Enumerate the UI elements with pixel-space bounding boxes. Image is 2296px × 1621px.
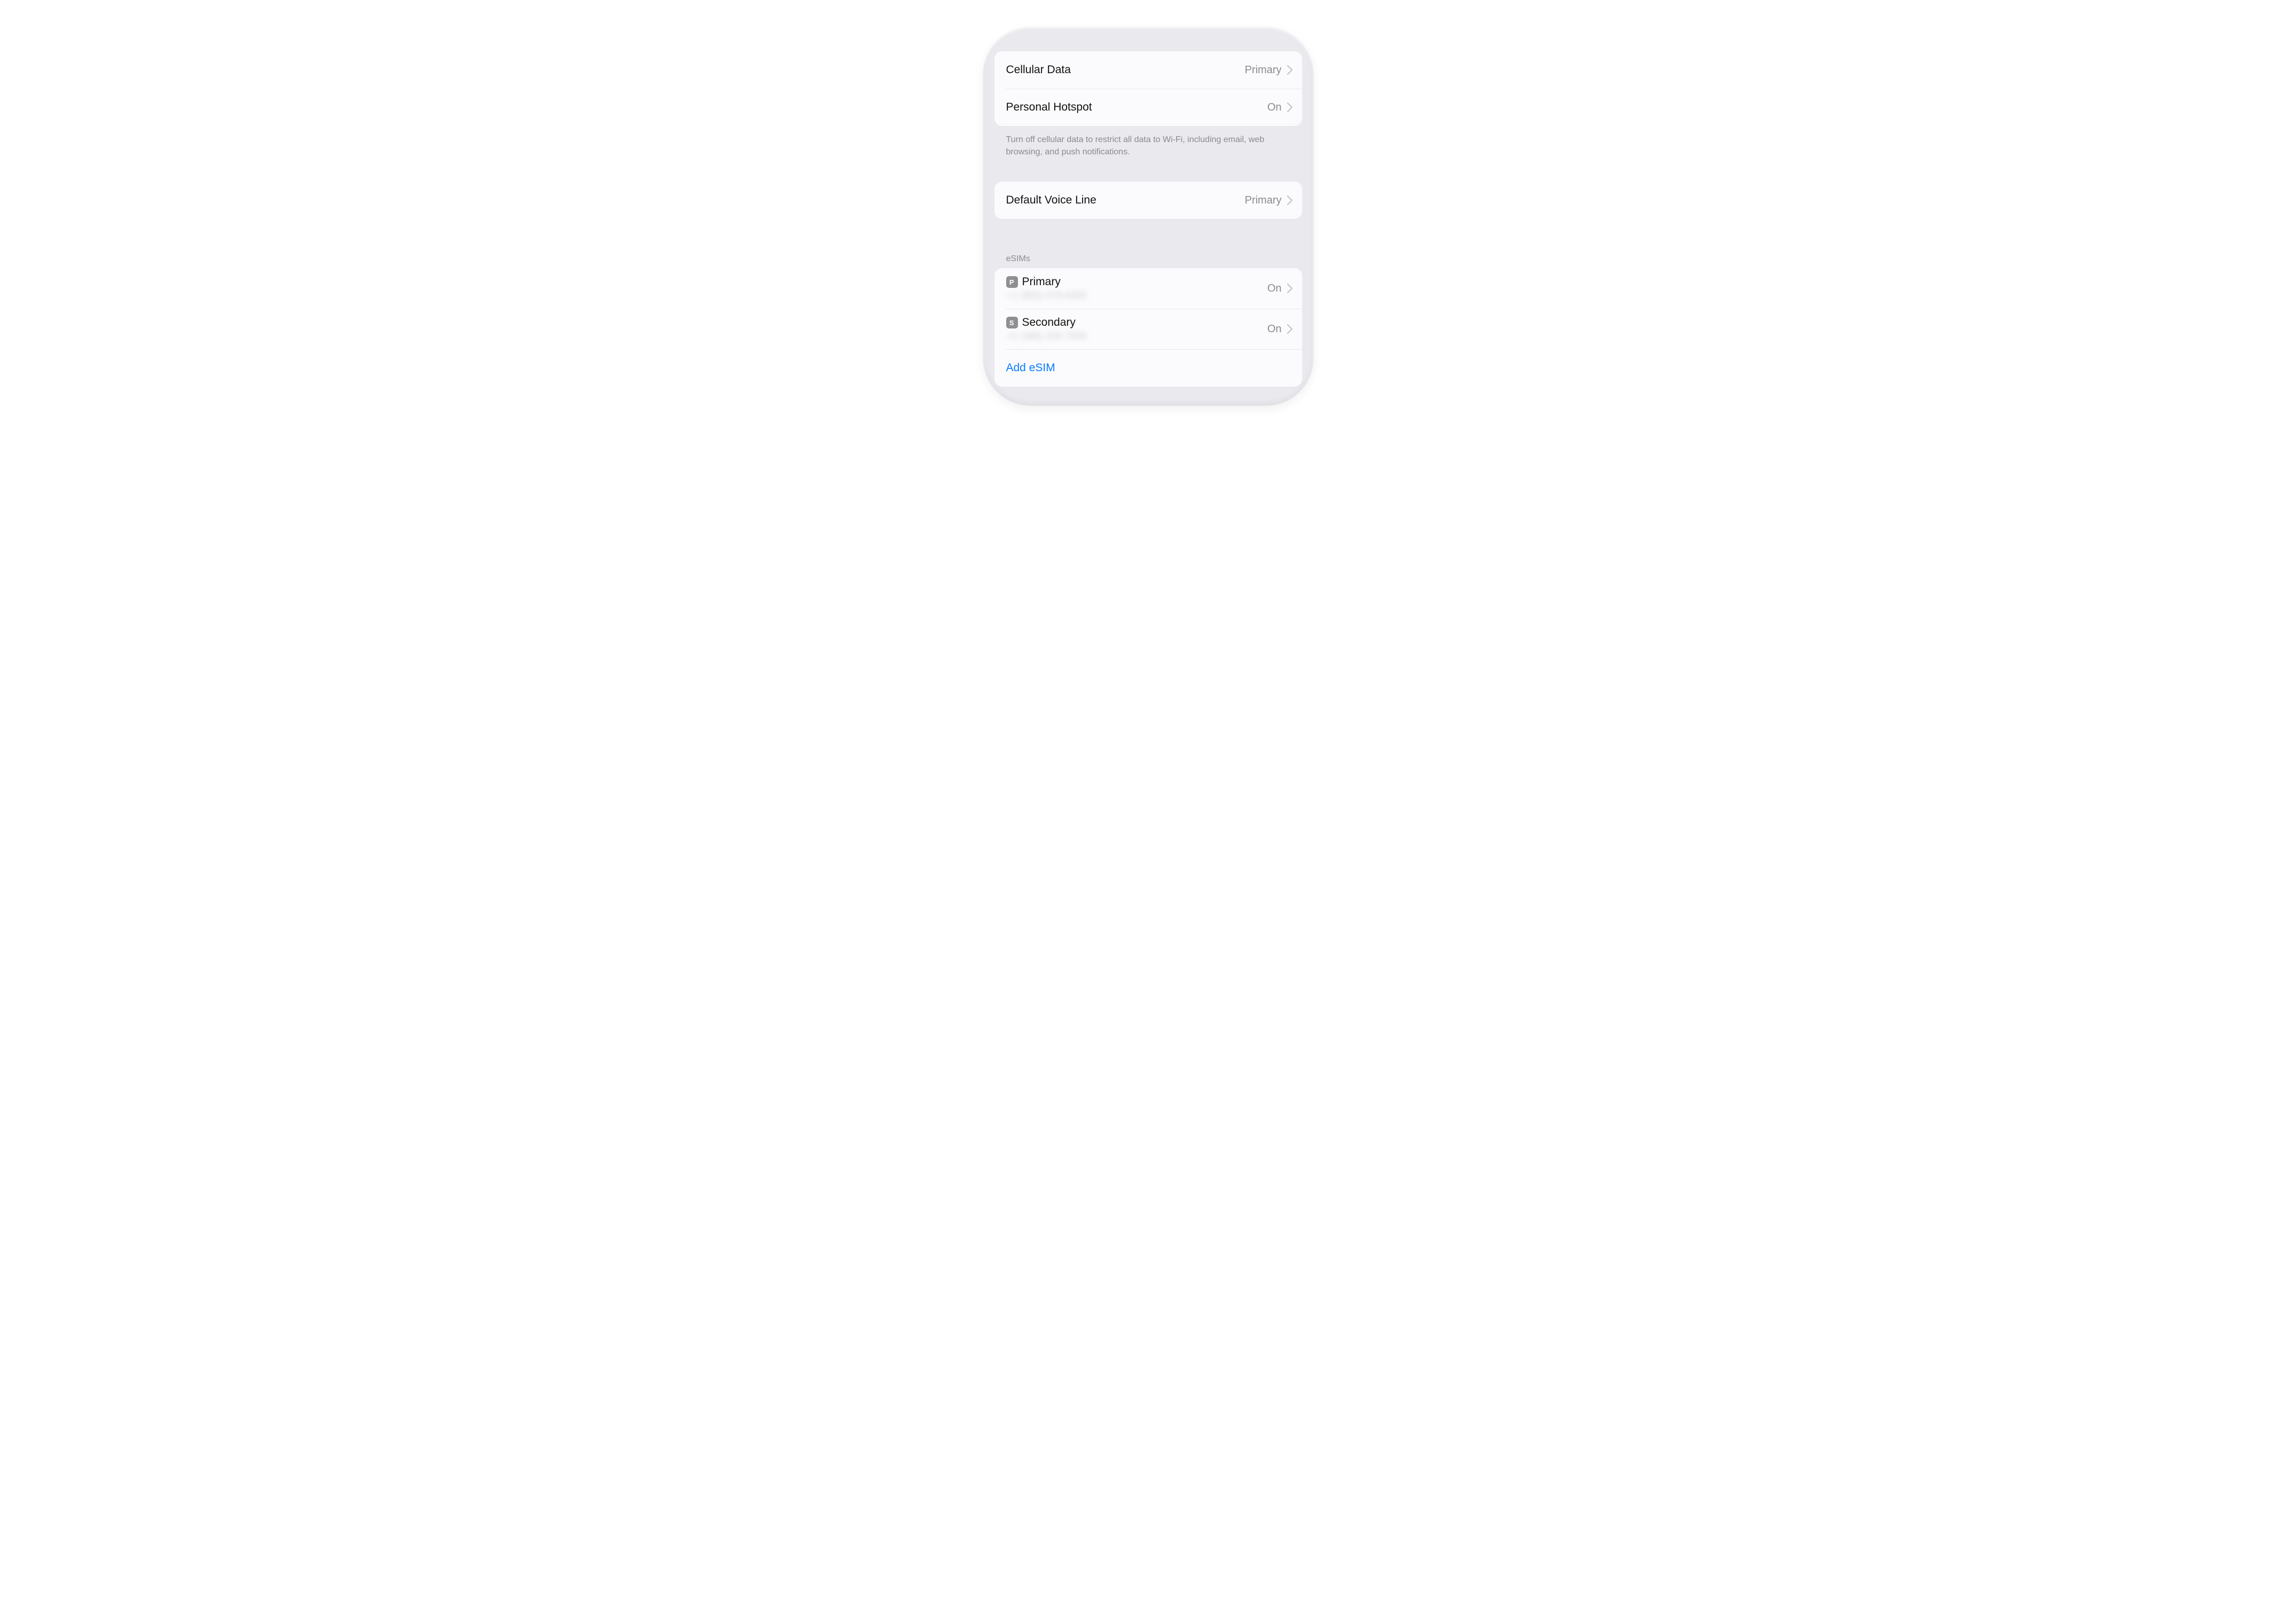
esim-status: On — [1267, 283, 1282, 295]
default-voice-line-label: Default Voice Line — [1006, 194, 1096, 207]
cellular-data-value: Primary — [1245, 64, 1282, 76]
row-add-esim[interactable]: Add eSIM — [994, 349, 1302, 387]
personal-hotspot-value: On — [1267, 101, 1282, 114]
settings-panel: Cellular Data Primary Personal Hotspot O… — [983, 27, 1314, 406]
esim-phone: +1 (385) 204-7558 — [1007, 331, 1087, 342]
cellular-footer-text: Turn off cellular data to restrict all d… — [994, 134, 1302, 158]
group-cellular: Cellular Data Primary Personal Hotspot O… — [994, 51, 1302, 126]
chevron-right-icon — [1287, 324, 1292, 334]
chevron-right-icon — [1287, 195, 1292, 205]
row-personal-hotspot[interactable]: Personal Hotspot On — [994, 89, 1302, 126]
sim-badge-icon: P — [1006, 276, 1018, 288]
cellular-data-label: Cellular Data — [1006, 64, 1071, 76]
esim-phone: +1 (805) 478-9300 — [1007, 290, 1087, 301]
esim-name: Secondary — [1022, 316, 1076, 329]
esim-name: Primary — [1022, 276, 1061, 288]
group-voice: Default Voice Line Primary — [994, 182, 1302, 219]
row-default-voice-line[interactable]: Default Voice Line Primary — [994, 182, 1302, 219]
group-esims: P Primary +1 (805) 478-9300 On S Seconda… — [994, 268, 1302, 387]
sim-badge-icon: S — [1006, 317, 1018, 328]
esims-section-header: eSIMs — [994, 254, 1302, 268]
row-esim-primary[interactable]: P Primary +1 (805) 478-9300 On — [994, 268, 1302, 309]
personal-hotspot-label: Personal Hotspot — [1006, 101, 1092, 114]
chevron-right-icon — [1287, 284, 1292, 293]
chevron-right-icon — [1287, 65, 1292, 75]
esim-status: On — [1267, 323, 1282, 335]
row-esim-secondary[interactable]: S Secondary +1 (385) 204-7558 On — [994, 309, 1302, 349]
row-cellular-data[interactable]: Cellular Data Primary — [994, 51, 1302, 89]
chevron-right-icon — [1287, 103, 1292, 112]
default-voice-line-value: Primary — [1245, 194, 1282, 207]
add-esim-link[interactable]: Add eSIM — [1006, 362, 1055, 374]
